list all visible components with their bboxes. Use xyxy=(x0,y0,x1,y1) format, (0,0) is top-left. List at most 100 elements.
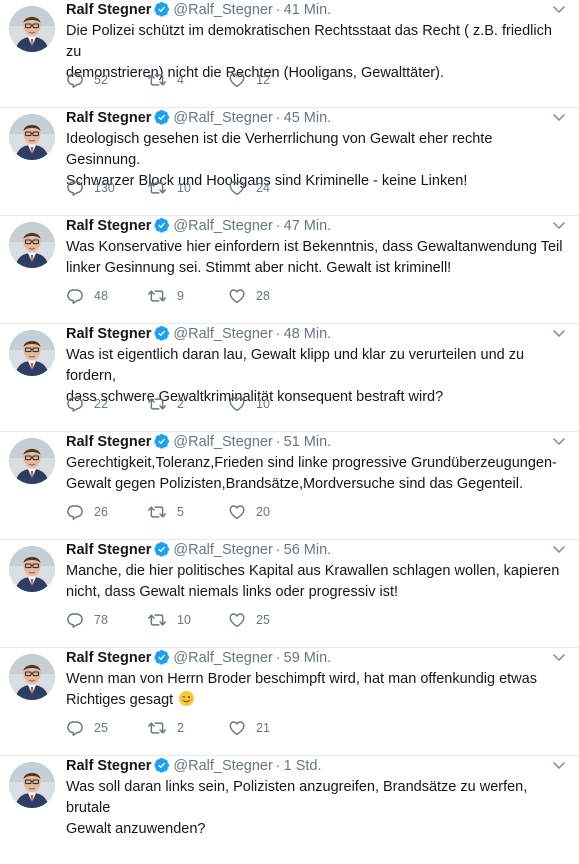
tweet[interactable]: Ralf Stegner @Ralf_Stegner · 51 Min. Gerech… xyxy=(0,432,579,540)
chevron-down-icon[interactable] xyxy=(551,649,567,665)
timestamp[interactable]: 59 Min. xyxy=(284,650,332,666)
author-name[interactable]: Ralf Stegner xyxy=(66,434,151,450)
retweet-button[interactable]: 10 xyxy=(147,611,228,629)
heart-icon xyxy=(229,73,245,88)
reply-button[interactable]: 26 xyxy=(66,503,147,521)
reply-button[interactable]: 48 xyxy=(66,287,147,305)
reply-icon xyxy=(67,289,83,304)
retweet-button[interactable]: 4 xyxy=(147,71,228,89)
retweet-icon xyxy=(148,182,166,194)
author-handle[interactable]: @Ralf_Stegner xyxy=(173,326,272,342)
tweet-text-content: Was Konservative hier einfordern ist Bek… xyxy=(66,239,563,276)
avatar[interactable] xyxy=(9,546,55,592)
like-button[interactable]: 10 xyxy=(228,395,308,413)
avatar[interactable] xyxy=(9,114,55,160)
tweet-content: Ralf Stegner @Ralf_Stegner · 51 Min. Gerech… xyxy=(66,432,567,520)
author-handle[interactable]: @Ralf_Stegner xyxy=(173,110,272,126)
retweet-icon xyxy=(148,506,166,518)
winking-face-emoji xyxy=(179,691,195,706)
author-name[interactable]: Ralf Stegner xyxy=(66,2,151,18)
reply-icon xyxy=(67,181,83,196)
author-name[interactable]: Ralf Stegner xyxy=(66,326,151,342)
chevron-down-icon[interactable] xyxy=(551,433,567,449)
author-handle[interactable]: @Ralf_Stegner xyxy=(173,758,272,774)
like-button[interactable]: 24 xyxy=(228,179,308,197)
avatar[interactable] xyxy=(9,438,55,484)
tweet[interactable]: Ralf Stegner @Ralf_Stegner · 47 Min. Was Ko… xyxy=(0,216,579,324)
reply-button[interactable]: 78 xyxy=(66,611,147,629)
timestamp[interactable]: 41 Min. xyxy=(284,2,332,18)
reply-button[interactable]: 25 xyxy=(66,719,147,737)
timestamp[interactable]: 45 Min. xyxy=(284,110,332,126)
tweet[interactable]: Ralf Stegner @Ralf_Stegner · 41 Min. Die Po… xyxy=(0,0,579,108)
retweet-button[interactable]: 9 xyxy=(147,287,228,305)
timestamp[interactable]: 48 Min. xyxy=(284,326,332,342)
retweet-icon xyxy=(148,614,166,626)
tweet-text-content: Was soll daran links sein, Polizisten an… xyxy=(66,779,528,837)
reply-count: 130 xyxy=(94,181,115,195)
author-name[interactable]: Ralf Stegner xyxy=(66,650,151,666)
author-handle[interactable]: @Ralf_Stegner xyxy=(173,650,272,666)
retweet-icon xyxy=(148,398,166,410)
author-name[interactable]: Ralf Stegner xyxy=(66,110,151,126)
chevron-down-icon[interactable] xyxy=(551,1,567,17)
reply-button[interactable]: 22 xyxy=(66,395,147,413)
avatar[interactable] xyxy=(9,6,55,52)
retweet-count: 5 xyxy=(177,505,184,519)
avatar[interactable] xyxy=(9,222,55,268)
tweet[interactable]: Ralf Stegner @Ralf_Stegner · 56 Min. Manche… xyxy=(0,540,579,648)
retweet-button[interactable]: 5 xyxy=(147,503,228,521)
verified-badge-icon xyxy=(154,325,170,347)
verified-badge-icon xyxy=(154,541,170,563)
tweet-list: Ralf Stegner @Ralf_Stegner · 41 Min. Die Po… xyxy=(0,0,579,864)
timestamp[interactable]: 56 Min. xyxy=(284,542,332,558)
verified-badge-icon xyxy=(154,109,170,131)
chevron-down-icon[interactable] xyxy=(551,217,567,233)
tweet-content: Ralf Stegner @Ralf_Stegner · 59 Min. Wenn m… xyxy=(66,648,567,736)
tweet-header: Ralf Stegner @Ralf_Stegner · 48 Min. xyxy=(66,324,567,344)
author-handle[interactable]: @Ralf_Stegner xyxy=(173,2,272,18)
timestamp[interactable]: 47 Min. xyxy=(284,218,332,234)
separator-dot: · xyxy=(275,2,281,18)
avatar[interactable] xyxy=(9,330,55,376)
tweet[interactable]: Ralf Stegner @Ralf_Stegner · 48 Min. Was is… xyxy=(0,324,579,432)
retweet-icon xyxy=(148,74,166,86)
tweet[interactable]: Ralf Stegner @Ralf_Stegner · 45 Min. Ideolo… xyxy=(0,108,579,216)
author-handle[interactable]: @Ralf_Stegner xyxy=(173,542,272,558)
like-button[interactable]: 21 xyxy=(228,719,308,737)
retweet-button[interactable]: 2 xyxy=(147,719,228,737)
author-name[interactable]: Ralf Stegner xyxy=(66,542,151,558)
tweet-actions: 48 9 28 xyxy=(66,286,308,306)
reply-button[interactable]: 130 xyxy=(66,179,147,197)
tweet[interactable]: Ralf Stegner @Ralf_Stegner · 1 Std. Was sol… xyxy=(0,756,579,864)
timestamp[interactable]: 51 Min. xyxy=(284,434,332,450)
chevron-down-icon[interactable] xyxy=(551,325,567,341)
retweet-button[interactable]: 2 xyxy=(147,395,228,413)
author-handle[interactable]: @Ralf_Stegner xyxy=(173,434,272,450)
like-button[interactable]: 28 xyxy=(228,287,308,305)
author-handle[interactable]: @Ralf_Stegner xyxy=(173,218,272,234)
tweet-content: Ralf Stegner @Ralf_Stegner · 1 Std. Was sol… xyxy=(66,756,567,840)
verified-badge-icon xyxy=(154,217,170,239)
chevron-down-icon[interactable] xyxy=(551,541,567,557)
heart-icon xyxy=(229,505,245,520)
reply-button[interactable]: 52 xyxy=(66,71,147,89)
like-button[interactable]: 20 xyxy=(228,503,308,521)
avatar[interactable] xyxy=(9,762,55,808)
like-count: 25 xyxy=(256,613,270,627)
reply-icon xyxy=(67,721,83,736)
like-button[interactable]: 25 xyxy=(228,611,308,629)
chevron-down-icon[interactable] xyxy=(551,109,567,125)
tweet-header: Ralf Stegner @Ralf_Stegner · 56 Min. xyxy=(66,540,567,560)
like-button[interactable]: 12 xyxy=(228,71,308,89)
retweet-icon xyxy=(148,722,166,734)
avatar[interactable] xyxy=(9,654,55,700)
retweet-button[interactable]: 10 xyxy=(147,179,228,197)
reply-icon xyxy=(67,397,83,412)
tweet-actions: 26 5 20 xyxy=(66,502,308,522)
author-name[interactable]: Ralf Stegner xyxy=(66,218,151,234)
chevron-down-icon[interactable] xyxy=(551,757,567,773)
timestamp[interactable]: 1 Std. xyxy=(284,758,322,774)
tweet[interactable]: Ralf Stegner @Ralf_Stegner · 59 Min. Wenn m… xyxy=(0,648,579,756)
author-name[interactable]: Ralf Stegner xyxy=(66,758,151,774)
